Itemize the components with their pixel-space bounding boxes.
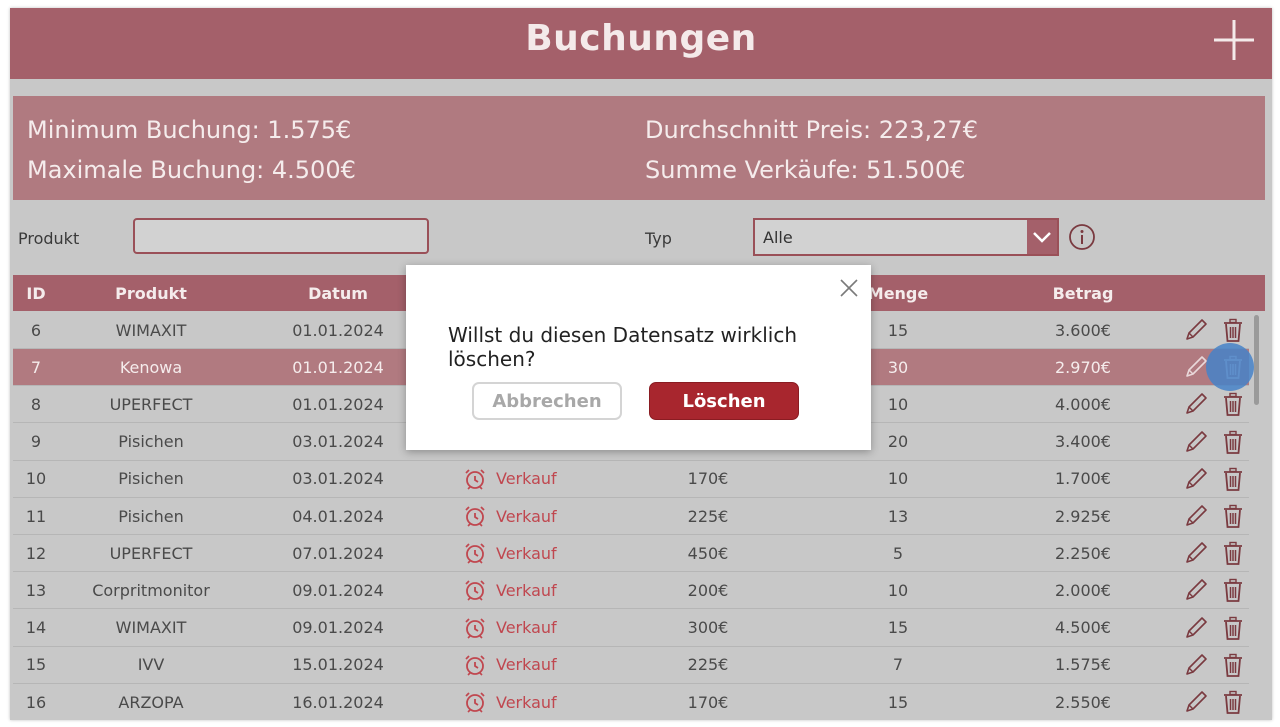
cancel-button[interactable]: Abbrechen	[472, 382, 622, 420]
delete-button[interactable]: Löschen	[649, 382, 799, 420]
close-icon	[840, 279, 858, 297]
delete-confirm-dialog: Willst du diesen Datensatz wirklich lösc…	[406, 265, 871, 450]
close-dialog-button[interactable]	[838, 277, 860, 299]
dialog-message: Willst du diesen Datensatz wirklich lösc…	[448, 323, 798, 371]
modal-overlay: Willst du diesen Datensatz wirklich lösc…	[0, 0, 1280, 727]
